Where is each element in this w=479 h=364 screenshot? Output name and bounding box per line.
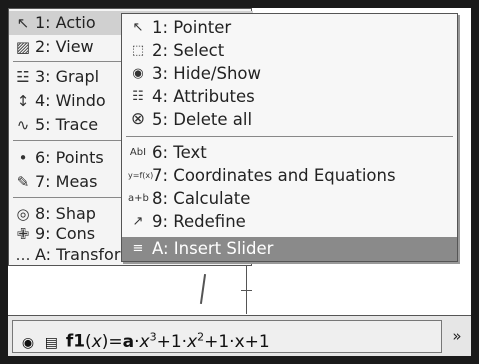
submenu-item-label: 5: Delete all <box>152 110 253 129</box>
menu-item-label: 5: Trace <box>35 115 99 134</box>
submenu-item-text[interactable]: AbI 6: Text <box>122 141 457 164</box>
slider-icon: ≡ <box>132 241 144 256</box>
select-icon: ⬚ <box>131 43 145 58</box>
submenu-item-label: 9: Redefine <box>152 212 246 231</box>
measure-icon: ✎ <box>16 173 30 191</box>
submenu-item-select[interactable]: ⬚ 2: Select <box>122 39 457 62</box>
entry-line-bar: ◉ ▤ f1(x)=a·x3+1·x2+1·x+1 » <box>8 315 471 356</box>
trace-icon: ∿ <box>16 116 30 134</box>
submenu-item-redefine[interactable]: ↗ 9: Redefine <box>122 210 457 233</box>
graph-icon: ☳ <box>16 68 30 86</box>
menu-item-label: 1: Actio <box>35 13 96 32</box>
expand-entry-button[interactable]: » <box>447 322 467 351</box>
submenu-item-calculate[interactable]: a+b 8: Calculate <box>122 187 457 210</box>
point-icon: • <box>18 149 28 167</box>
submenu-item-attributes[interactable]: ☷ 4: Attributes <box>122 85 457 108</box>
menu-item-label: 6: Points <box>35 148 104 167</box>
submenu-item-insert-slider[interactable]: ≡ A: Insert Slider <box>122 237 457 261</box>
submenu-item-label: 4: Attributes <box>152 87 255 106</box>
submenu-item-pointer[interactable]: ↖ 1: Pointer <box>122 16 457 39</box>
graph-tick-mark <box>241 290 252 291</box>
submenu-item-label: 1: Pointer <box>152 18 232 37</box>
menu-item-label: 4: Windo <box>35 91 106 110</box>
pointer-arrow-icon: ↖ <box>16 14 30 32</box>
construction-icon: ✙ <box>16 225 30 243</box>
eye-icon: ◉ <box>132 66 144 81</box>
function-entry-field[interactable]: ◉ ▤ f1(x)=a·x3+1·x2+1·x+1 <box>12 320 442 353</box>
submenu-item-label: 6: Text <box>152 143 207 162</box>
window-icon: ↕ <box>16 92 30 110</box>
actions-submenu: ↖ 1: Pointer ⬚ 2: Select ◉ 3: Hide/Show … <box>121 13 458 262</box>
pointer-icon: ↖ <box>132 20 144 35</box>
function-arg: (x)=a·x3+1·x2+1·x+1 <box>85 330 270 352</box>
redefine-icon: ↗ <box>132 214 144 229</box>
submenu-item-hide-show[interactable]: ◉ 3: Hide/Show <box>122 62 457 85</box>
transformation-icon: … <box>15 246 31 264</box>
menu-item-label: 9: Cons <box>35 224 96 243</box>
coordinates-icon: y=f(x) <box>128 171 154 180</box>
attributes-icon: ☷ <box>132 89 144 104</box>
graphs-screen[interactable]: ↖ 1: Actio ▨ 2: View ☳ 3: Grapl ↕ 4: Win… <box>8 8 471 356</box>
submenu-item-label: 8: Calculate <box>152 189 251 208</box>
eye-icon[interactable]: ◉ <box>19 328 37 356</box>
menu-item-label: 3: Grapl <box>35 67 100 86</box>
view-icon: ▨ <box>15 38 31 56</box>
submenu-item-label: A: Insert Slider <box>152 239 274 258</box>
menu-item-label: 8: Shap <box>35 204 96 223</box>
submenu-item-label: 2: Select <box>152 41 225 60</box>
graph-line-1 <box>199 274 207 304</box>
shape-icon: ◎ <box>16 205 30 223</box>
text-icon: AbI <box>129 147 147 158</box>
submenu-item-label: 7: Coordinates and Equations <box>152 166 396 185</box>
menu-item-label: 2: View <box>35 37 94 56</box>
function-name: f1 <box>65 331 86 352</box>
submenu-item-label: 3: Hide/Show <box>152 64 261 83</box>
calculate-icon: a+b <box>128 193 149 204</box>
submenu-separator <box>126 136 453 137</box>
submenu-item-coordinates[interactable]: y=f(x) 7: Coordinates and Equations <box>122 164 457 187</box>
delete-icon: ⊗ <box>130 109 146 129</box>
menu-item-label: 7: Meas <box>35 172 98 191</box>
submenu-item-delete-all[interactable]: ⊗ 5: Delete all <box>122 108 457 131</box>
table-icon[interactable]: ▤ <box>42 328 60 356</box>
